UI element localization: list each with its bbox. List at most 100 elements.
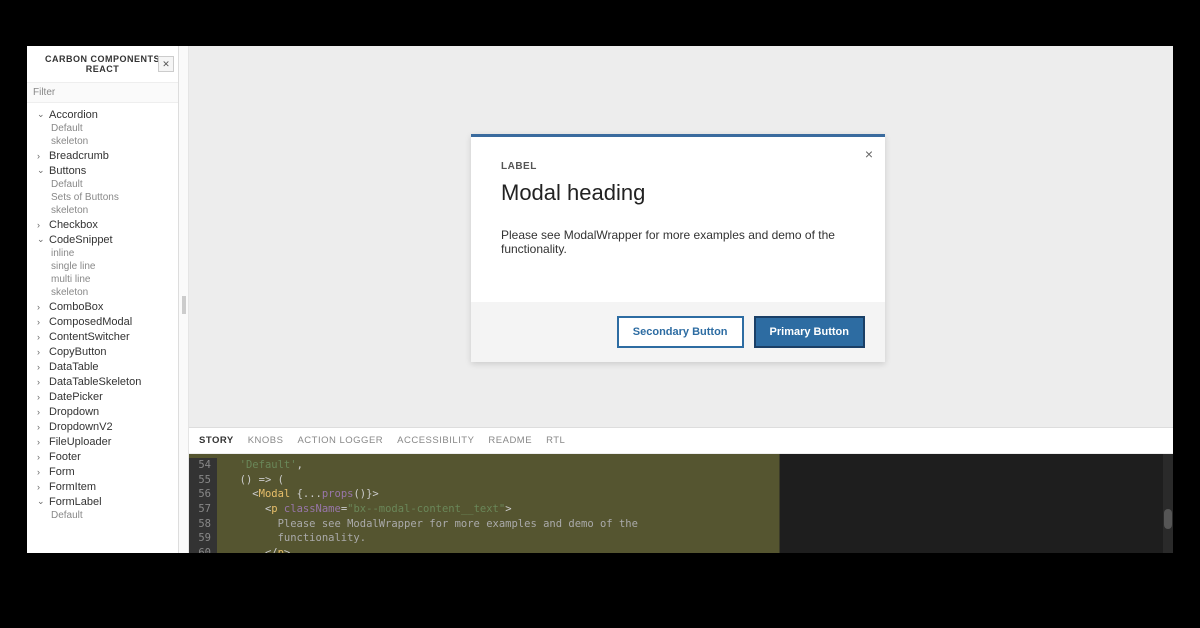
- code-content: () => (: [227, 473, 284, 488]
- tree-item[interactable]: ⌄FormLabel: [27, 494, 178, 509]
- chevron-down-icon: ⌄: [37, 496, 47, 507]
- code-line: 58 Please see ModalWrapper for more exam…: [189, 517, 1173, 532]
- tree-item[interactable]: ›CopyButton: [27, 344, 178, 359]
- tree-item-label: ContentSwitcher: [49, 331, 130, 343]
- tree-item[interactable]: ›DropdownV2: [27, 419, 178, 434]
- tree-item-label: DatePicker: [49, 391, 103, 403]
- tree-item-label: Accordion: [49, 109, 98, 121]
- chevron-down-icon: ⌄: [37, 234, 47, 245]
- tree-item-label: FileUploader: [49, 436, 111, 448]
- tree-sub-item[interactable]: skeleton: [27, 286, 178, 299]
- tree-sub-item[interactable]: skeleton: [27, 204, 178, 217]
- storybook-app: CARBON COMPONENTS REACT ✕ Filter ⌄Accord…: [27, 46, 1173, 553]
- sidebar-close-button[interactable]: ✕: [158, 56, 174, 72]
- tree-item-label: FormItem: [49, 481, 96, 493]
- chevron-right-icon: ›: [37, 362, 47, 372]
- chevron-right-icon: ›: [37, 422, 47, 432]
- tree-item[interactable]: ›FileUploader: [27, 434, 178, 449]
- addon-tab[interactable]: README: [488, 435, 532, 446]
- chevron-down-icon: ⌄: [37, 109, 47, 120]
- code-line: 57 <p className="bx--modal-content__text…: [189, 502, 1173, 517]
- code-line: 60 </p>: [189, 546, 1173, 553]
- tree-item-label: Form: [49, 466, 75, 478]
- line-number: 59: [189, 531, 217, 546]
- tree-item-label: CodeSnippet: [49, 234, 113, 246]
- code-scrollbar[interactable]: [1163, 454, 1173, 553]
- tree-sub-item[interactable]: multi line: [27, 273, 178, 286]
- tree-item-label: Breadcrumb: [49, 150, 109, 162]
- tree-item[interactable]: ›Checkbox: [27, 217, 178, 232]
- code-line: 59 functionality.: [189, 531, 1173, 546]
- code-content: 'Default',: [227, 458, 303, 473]
- addon-tab[interactable]: STORY: [199, 435, 234, 446]
- tree-item[interactable]: ⌄CodeSnippet: [27, 232, 178, 247]
- chevron-right-icon: ›: [37, 317, 47, 327]
- code-content: functionality.: [227, 531, 366, 546]
- tree-item-label: Checkbox: [49, 219, 98, 231]
- chevron-right-icon: ›: [37, 347, 47, 357]
- tree-item[interactable]: ⌄Buttons: [27, 163, 178, 178]
- tree-item[interactable]: ›ComposedModal: [27, 314, 178, 329]
- drag-handle-icon[interactable]: [182, 296, 186, 314]
- code-line: 55 () => (: [189, 473, 1173, 488]
- tree-sub-item[interactable]: single line: [27, 260, 178, 273]
- chevron-down-icon: ⌄: [37, 165, 47, 176]
- tree-sub-item[interactable]: skeleton: [27, 135, 178, 148]
- tree-item[interactable]: ›Footer: [27, 449, 178, 464]
- addon-tab[interactable]: ACCESSIBILITY: [397, 435, 474, 446]
- tree-item[interactable]: ›ComboBox: [27, 299, 178, 314]
- tree-item[interactable]: ›DatePicker: [27, 389, 178, 404]
- chevron-right-icon: ›: [37, 377, 47, 387]
- tree-item[interactable]: ›DataTable: [27, 359, 178, 374]
- code-content: <p className="bx--modal-content__text">: [227, 502, 512, 517]
- code-scroll-thumb[interactable]: [1164, 509, 1172, 529]
- code-content: <Modal {...props()}>: [227, 487, 379, 502]
- tree-sub-item[interactable]: inline: [27, 247, 178, 260]
- tree-item[interactable]: ›DataTableSkeleton: [27, 374, 178, 389]
- code-content: </p>: [227, 546, 290, 553]
- tree-item[interactable]: ›Dropdown: [27, 404, 178, 419]
- chevron-right-icon: ›: [37, 467, 47, 477]
- addon-tab[interactable]: RTL: [546, 435, 565, 446]
- modal-heading: Modal heading: [501, 180, 855, 206]
- sidebar-header: CARBON COMPONENTS REACT ✕: [27, 46, 178, 83]
- main-panel: Show Info × LABEL Modal heading Please s…: [189, 46, 1173, 553]
- tree-item[interactable]: ›ContentSwitcher: [27, 329, 178, 344]
- primary-button[interactable]: Primary Button: [754, 316, 865, 348]
- app-title-line1: CARBON COMPONENTS: [31, 54, 174, 64]
- tree-item-label: Footer: [49, 451, 81, 463]
- modal: × LABEL Modal heading Please see ModalWr…: [471, 134, 885, 362]
- modal-close-button[interactable]: ×: [865, 147, 873, 161]
- tree-sub-item[interactable]: Default: [27, 178, 178, 191]
- chevron-right-icon: ›: [37, 437, 47, 447]
- sidebar-resize-gutter[interactable]: [179, 46, 189, 553]
- chevron-right-icon: ›: [37, 482, 47, 492]
- tree-item[interactable]: ›Form: [27, 464, 178, 479]
- tree-item-label: ComboBox: [49, 301, 103, 313]
- component-tree[interactable]: ⌄AccordionDefaultskeleton›Breadcrumb⌄But…: [27, 103, 178, 553]
- tree-sub-item[interactable]: Sets of Buttons: [27, 191, 178, 204]
- filter-input[interactable]: Filter: [27, 83, 178, 103]
- tree-item[interactable]: ›Breadcrumb: [27, 148, 178, 163]
- tree-sub-item[interactable]: Default: [27, 122, 178, 135]
- tree-item-label: FormLabel: [49, 496, 102, 508]
- tree-item-label: DataTable: [49, 361, 99, 373]
- chevron-right-icon: ›: [37, 332, 47, 342]
- modal-footer: Secondary Button Primary Button: [471, 302, 885, 362]
- addon-tab[interactable]: KNOBS: [248, 435, 284, 446]
- story-source-code[interactable]: 54 'Default',55 () => (56 <Modal {...pro…: [189, 454, 1173, 553]
- tree-item[interactable]: ⌄Accordion: [27, 107, 178, 122]
- modal-label: LABEL: [501, 161, 855, 172]
- tree-sub-item[interactable]: Default: [27, 509, 178, 522]
- line-number: 58: [189, 517, 217, 532]
- code-line: 56 <Modal {...props()}>: [189, 487, 1173, 502]
- tree-item-label: DataTableSkeleton: [49, 376, 141, 388]
- tree-item[interactable]: ›FormItem: [27, 479, 178, 494]
- addon-panel: STORY KNOBS ACTION LOGGER ACCESSIBILITY READ…: [189, 427, 1173, 553]
- chevron-right-icon: ›: [37, 452, 47, 462]
- app-title-line2: REACT: [31, 64, 174, 74]
- secondary-button[interactable]: Secondary Button: [617, 316, 744, 348]
- addon-tab[interactable]: ACTION LOGGER: [297, 435, 383, 446]
- modal-body-text: Please see ModalWrapper for more example…: [501, 228, 855, 256]
- tree-item-label: Buttons: [49, 165, 86, 177]
